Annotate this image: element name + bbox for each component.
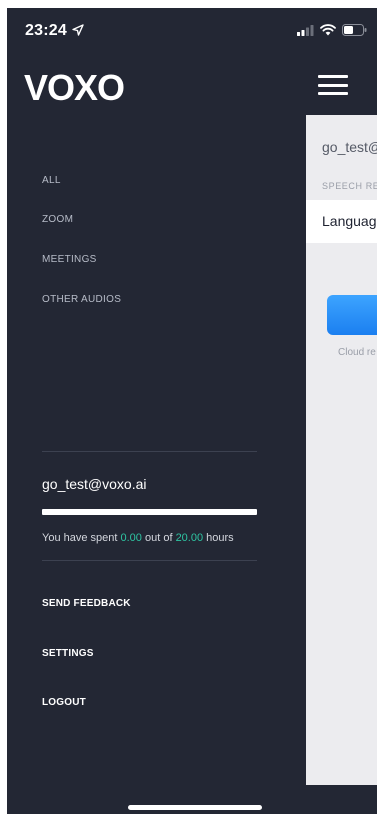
primary-action-button[interactable] (327, 295, 377, 335)
home-indicator[interactable] (128, 805, 262, 810)
app-screen: 23:24 VOXO go_test@ SPEECH RE Languag Cl… (0, 0, 377, 814)
usage-progress-fill (42, 509, 257, 515)
speech-section-label: SPEECH RE (322, 181, 377, 191)
nav-item-zoom[interactable]: ZOOM (42, 214, 73, 225)
status-icons (297, 24, 367, 36)
account-email: go_test@voxo.ai (42, 476, 147, 492)
signal-icon (297, 24, 314, 36)
usage-middle: out of (141, 532, 176, 544)
language-row[interactable]: Languag (306, 200, 377, 243)
divider (42, 451, 257, 452)
hamburger-menu-icon[interactable] (318, 75, 348, 95)
usage-text: You have spent 0.00 out of 20.00 hours (42, 532, 234, 544)
usage-suffix: hours (203, 532, 234, 544)
nav-item-meetings[interactable]: MEETINGS (42, 254, 97, 265)
divider (42, 560, 257, 561)
usage-progress-bar (42, 509, 257, 515)
logout-button[interactable]: LOGOUT (42, 697, 86, 708)
cloud-note-text: Cloud re (338, 347, 376, 358)
send-feedback-button[interactable]: SEND FEEDBACK (42, 598, 131, 609)
language-label: Languag (322, 213, 377, 229)
voxo-logo: VOXO (24, 67, 125, 108)
usage-total-value: 20.00 (175, 532, 204, 544)
usage-spent-value: 0.00 (120, 532, 142, 544)
nav-item-other-audios[interactable]: OTHER AUDIOS (42, 294, 121, 305)
wifi-icon (320, 24, 336, 36)
battery-icon (342, 24, 367, 36)
settings-button[interactable]: SETTINGS (42, 648, 94, 659)
content-account-email: go_test@ (322, 139, 377, 155)
usage-prefix: You have spent (42, 532, 121, 544)
main-content-panel[interactable]: go_test@ SPEECH RE Languag Cloud re (306, 115, 377, 785)
status-time: 23:24 (25, 22, 67, 39)
nav-item-all[interactable]: ALL (42, 175, 61, 186)
location-arrow-icon (72, 24, 84, 36)
